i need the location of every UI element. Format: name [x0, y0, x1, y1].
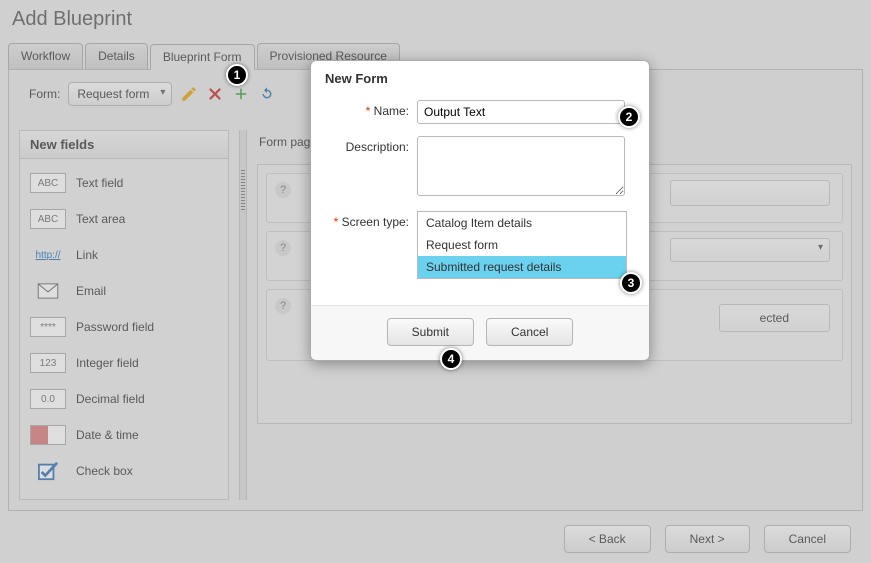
callout-2: 2 — [618, 106, 640, 128]
screen-option-catalog[interactable]: Catalog Item details — [418, 212, 626, 234]
modal-cancel-button[interactable]: Cancel — [486, 318, 573, 346]
description-field[interactable] — [417, 136, 625, 196]
modal-title: New Form — [311, 61, 649, 96]
name-field[interactable] — [417, 100, 625, 124]
new-form-modal: New Form * Name: Description: * Screen t… — [310, 60, 650, 361]
screen-option-submitted[interactable]: Submitted request details — [418, 256, 626, 278]
callout-3: 3 — [620, 272, 642, 294]
screen-type-label: * Screen type: — [325, 211, 417, 229]
callout-4: 4 — [440, 348, 462, 370]
screen-type-list[interactable]: Catalog Item details Request form Submit… — [417, 211, 627, 279]
modal-footer: Submit Cancel — [311, 305, 649, 360]
submit-button[interactable]: Submit — [387, 318, 474, 346]
callout-1: 1 — [226, 64, 248, 86]
description-label: Description: — [325, 136, 417, 154]
screen-option-request[interactable]: Request form — [418, 234, 626, 256]
name-label: * Name: — [325, 100, 417, 118]
